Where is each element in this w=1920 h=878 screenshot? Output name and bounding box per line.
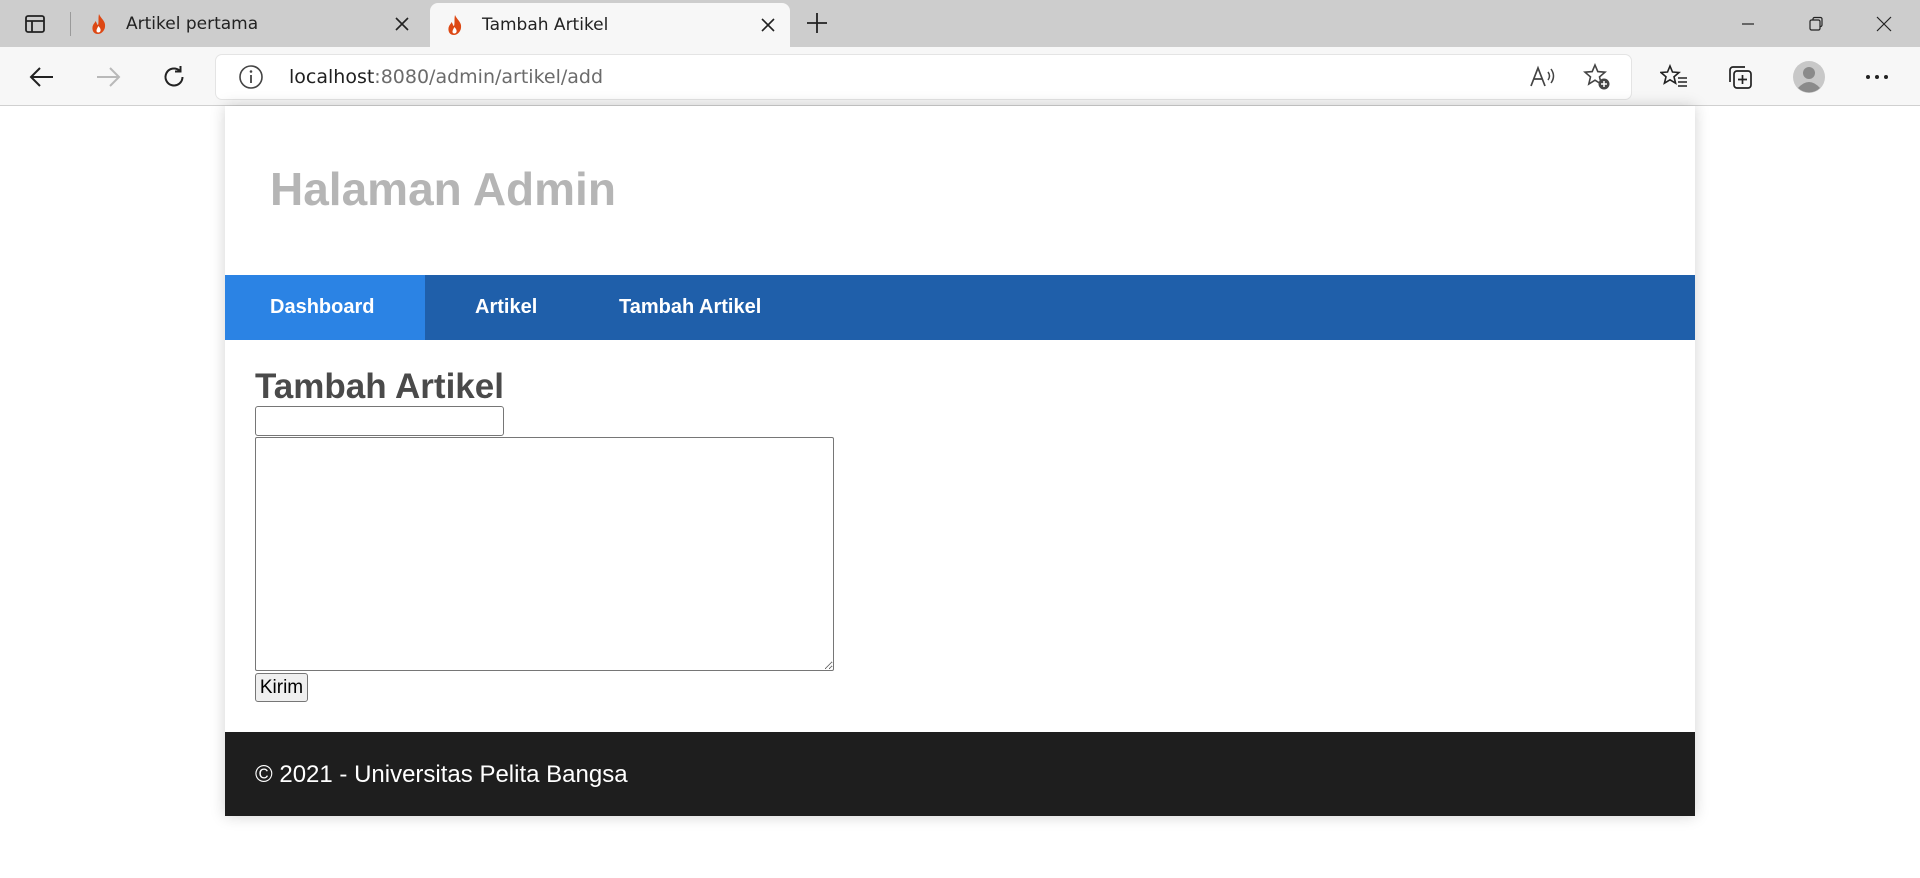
tab-actions-icon (25, 15, 45, 33)
favorites-button[interactable] (1654, 57, 1694, 97)
tab-title: Tambah Artikel (482, 15, 609, 35)
page-container: Halaman Admin Dashboard Artikel Tambah A… (225, 106, 1695, 816)
browser-tab-bar: Artikel pertama Tambah Artikel (0, 0, 1920, 47)
restore-button[interactable] (1782, 0, 1850, 47)
tab-close-button[interactable] (382, 4, 422, 44)
nav-tambah-artikel[interactable]: Tambah Artikel (572, 275, 761, 340)
site-title: Halaman Admin (270, 163, 616, 215)
nav-artikel[interactable]: Artikel (425, 275, 572, 340)
site-footer: © 2021 - Universitas Pelita Bangsa (225, 732, 1695, 816)
url-path: :8080/admin/artikel/add (374, 66, 604, 88)
restore-icon (1809, 16, 1823, 31)
arrow-left-icon (29, 67, 53, 87)
address-bar[interactable]: localhost:8080/admin/artikel/add (216, 55, 1631, 99)
tab-title: Artikel pertama (126, 13, 259, 34)
more-icon (1866, 75, 1888, 79)
profile-button[interactable] (1789, 57, 1829, 97)
title-input[interactable] (255, 406, 504, 436)
new-tab-button[interactable] (800, 6, 834, 40)
close-icon (1876, 16, 1892, 31)
back-button[interactable] (22, 57, 62, 97)
read-aloud-icon (1530, 65, 1555, 87)
minimize-button[interactable] (1714, 0, 1782, 47)
tab-separator (70, 12, 71, 36)
close-icon (761, 18, 775, 32)
close-window-button[interactable] (1850, 0, 1918, 47)
main-nav: Dashboard Artikel Tambah Artikel (225, 275, 1695, 340)
refresh-icon (164, 66, 184, 87)
main-content: Tambah Artikel Kirim (225, 340, 1695, 732)
submit-button[interactable]: Kirim (255, 673, 308, 702)
tab-artikel-pertama[interactable]: Artikel pertama (74, 0, 424, 47)
nav-dashboard[interactable]: Dashboard (225, 275, 425, 340)
plus-icon (807, 13, 827, 33)
codeigniter-flame-icon (88, 13, 110, 35)
refresh-button[interactable] (154, 57, 194, 97)
form-heading: Tambah Artikel (255, 367, 504, 406)
collections-icon (1729, 66, 1752, 89)
tab-tambah-artikel[interactable]: Tambah Artikel (430, 3, 790, 47)
page-viewport: Halaman Admin Dashboard Artikel Tambah A… (0, 106, 1920, 878)
read-aloud-button[interactable] (1525, 59, 1561, 95)
content-textarea[interactable] (255, 437, 834, 671)
browser-toolbar: localhost:8080/admin/artikel/add (0, 47, 1920, 106)
url-host: localhost (289, 66, 375, 88)
forward-button[interactable] (88, 57, 128, 97)
close-icon (395, 16, 409, 31)
tab-close-button[interactable] (748, 5, 788, 45)
codeigniter-flame-icon (444, 14, 466, 36)
minimize-icon (1742, 22, 1754, 25)
arrow-right-icon (97, 67, 121, 87)
tab-actions-button[interactable] (14, 8, 56, 40)
more-menu-button[interactable] (1857, 57, 1897, 97)
collections-button[interactable] (1720, 57, 1760, 97)
site-header: Halaman Admin (225, 106, 1695, 275)
star-add-icon (1583, 63, 1610, 90)
avatar-icon (1793, 61, 1825, 93)
add-favorite-button[interactable] (1579, 59, 1615, 95)
url-text[interactable]: localhost:8080/admin/artikel/add (289, 66, 603, 88)
favorites-icon (1660, 64, 1687, 87)
site-info-icon[interactable] (236, 62, 266, 92)
footer-text: © 2021 - Universitas Pelita Bangsa (255, 761, 628, 788)
